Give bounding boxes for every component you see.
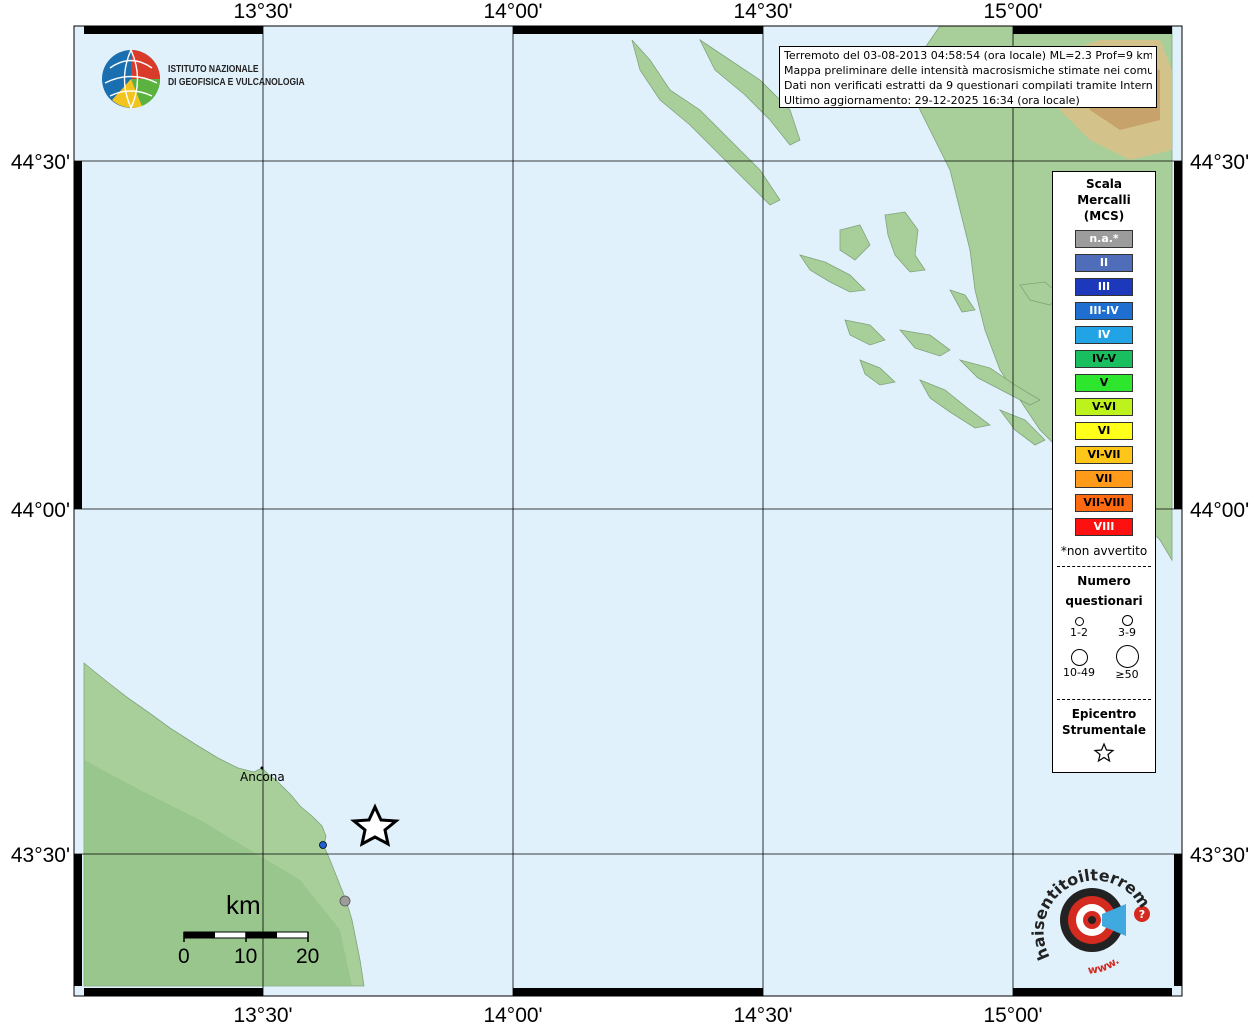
q-size-1-2: 1-2 bbox=[1054, 613, 1104, 639]
lon-label-top-4: 15°00' bbox=[983, 0, 1042, 23]
ingv-name-line2: DI GEOFISICA E VULCANOLOGIA bbox=[168, 77, 305, 88]
q-label-1-2: 1-2 bbox=[1070, 626, 1088, 639]
legend-swatch: IV-V bbox=[1075, 350, 1133, 368]
legend-separator bbox=[1057, 566, 1151, 567]
scale-tick-20: 20 bbox=[296, 945, 320, 968]
event-info-line1: Terremoto del 03-08-2013 04:58:54 (ora l… bbox=[784, 49, 1152, 62]
legend-swatch: II bbox=[1075, 254, 1133, 272]
legend-separator-2 bbox=[1057, 699, 1151, 700]
legend-swatch: VII bbox=[1075, 470, 1133, 488]
epicentro-title-line1: Epicentro bbox=[1071, 707, 1137, 721]
q-label-3-9: 3-9 bbox=[1118, 626, 1136, 639]
legend-swatch: VII-VIII bbox=[1075, 494, 1133, 512]
legend-swatch: V bbox=[1075, 374, 1133, 392]
event-info-line4: Ultimo aggiornamento: 29-12-2025 16:34 (… bbox=[784, 94, 1080, 107]
q-circle-xlarge-icon bbox=[1115, 645, 1139, 668]
q-size-3-9: 3-9 bbox=[1102, 613, 1152, 639]
scale-bar: km 0 10 20 bbox=[170, 890, 330, 970]
q-circle-small-icon bbox=[1074, 617, 1084, 626]
lon-label-top-2: 14°00' bbox=[483, 0, 542, 23]
legend-swatch: n.a.* bbox=[1075, 230, 1133, 248]
q-size-10-49: 10-49 bbox=[1054, 647, 1104, 679]
haisentito-logo[interactable]: ? haisentitoilterremoto.it www. bbox=[1025, 847, 1160, 977]
lon-label-bottom-3: 14°30' bbox=[733, 1004, 792, 1024]
legend-star-icon bbox=[1093, 742, 1115, 763]
legend-swatch: VI bbox=[1075, 422, 1133, 440]
lat-label-right-1: 44°30' bbox=[1190, 151, 1249, 174]
lat-label-right-3: 43°30' bbox=[1190, 844, 1249, 867]
legend-title-line3: (MCS) bbox=[1083, 209, 1125, 223]
lat-label-left-1: 44°30' bbox=[11, 151, 70, 174]
questionari-title-line2: questionari bbox=[1065, 594, 1143, 608]
lon-label-bottom-4: 15°00' bbox=[983, 1004, 1042, 1024]
legend-swatch: VIII bbox=[1075, 518, 1133, 536]
questionari-size-legend: 1-2 3-9 10-49 ≥50 bbox=[1053, 611, 1155, 691]
ingv-globe-icon bbox=[102, 49, 161, 109]
event-info-line3: Dati non verificati estratti da 9 questi… bbox=[784, 79, 1152, 92]
ingv-name-line1: ISTITUTO NAZIONALE bbox=[168, 64, 259, 75]
q-size-50: ≥50 bbox=[1102, 645, 1152, 681]
q-circle-medium-icon bbox=[1121, 615, 1133, 626]
legend-note: *non avvertito bbox=[1060, 544, 1148, 558]
legend-title-line2: Mercalli bbox=[1077, 193, 1131, 207]
q-label-10-49: 10-49 bbox=[1063, 666, 1095, 679]
lat-label-left-3: 43°30' bbox=[11, 844, 70, 867]
legend-swatch: VI-VII bbox=[1075, 446, 1133, 464]
legend-panel: Scala Mercalli (MCS) n.a.* II III III-IV IV I… bbox=[1052, 171, 1156, 773]
scale-tick-10: 10 bbox=[234, 945, 258, 968]
event-info-box: Terremoto del 03-08-2013 04:58:54 (ora l… bbox=[779, 46, 1157, 108]
lon-label-bottom-1: 13°30' bbox=[233, 1004, 292, 1024]
lon-label-top-1: 13°30' bbox=[233, 0, 292, 23]
lon-label-top-3: 14°30' bbox=[733, 0, 792, 23]
legend-swatch: III bbox=[1075, 278, 1133, 296]
lon-label-bottom-2: 14°00' bbox=[483, 1004, 542, 1024]
haisentito-www: www. bbox=[1087, 954, 1122, 977]
scale-unit: km bbox=[226, 890, 261, 920]
questionari-title-line1: Numero bbox=[1077, 574, 1131, 588]
intensity-point-blue[interactable] bbox=[319, 841, 327, 849]
legend-intensity-classes: n.a.* II III III-IV IV IV-V V V-VI VI VI-VII VII VI… bbox=[1053, 230, 1155, 536]
lat-label-left-2: 44°00' bbox=[11, 499, 70, 522]
epicentro-title-line2: Strumentale bbox=[1061, 723, 1147, 737]
lat-label-right-2: 44°00' bbox=[1190, 499, 1249, 522]
legend-swatch: III-IV bbox=[1075, 302, 1133, 320]
legend-swatch: IV bbox=[1075, 326, 1133, 344]
svg-text:www.: www. bbox=[1087, 954, 1122, 977]
ancona-label: Ancona bbox=[240, 770, 285, 784]
legend-swatch: V-VI bbox=[1075, 398, 1133, 416]
q-circle-large-icon bbox=[1070, 649, 1088, 666]
event-info-line2: Mappa preliminare delle intensità macros… bbox=[784, 64, 1152, 77]
scale-tick-0: 0 bbox=[178, 945, 190, 968]
intensity-point-gray[interactable] bbox=[339, 895, 351, 907]
ingv-logo: ISTITUTO NAZIONALE DI GEOFISICA E VULCAN… bbox=[100, 48, 320, 110]
q-label-50: ≥50 bbox=[1115, 668, 1139, 681]
legend-title-line1: Scala bbox=[1085, 177, 1123, 191]
